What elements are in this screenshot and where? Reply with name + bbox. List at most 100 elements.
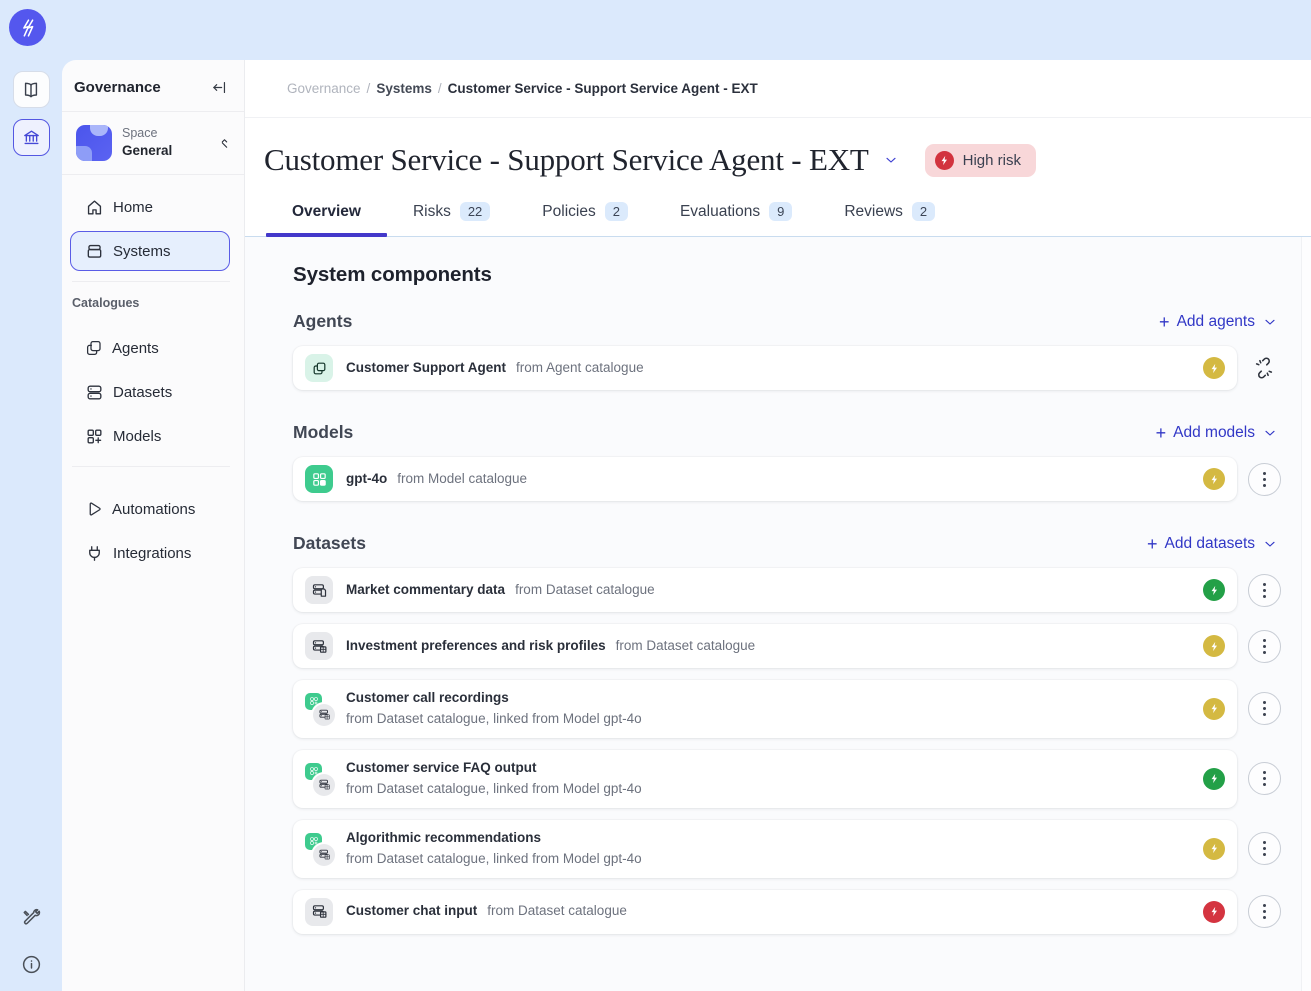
- component-card[interactable]: Market commentary data from Dataset cata…: [293, 568, 1237, 612]
- sidebar-item-agents[interactable]: Agents: [70, 328, 230, 368]
- row-menu-button[interactable]: [1248, 630, 1281, 663]
- breadcrumb-item[interactable]: Governance: [287, 81, 361, 96]
- sidebar-item-models[interactable]: Models: [70, 416, 230, 456]
- tab-count-badge: 9: [769, 202, 792, 221]
- tab-evaluations[interactable]: Evaluations9: [654, 196, 818, 236]
- sidebar-item-label: Integrations: [113, 545, 191, 562]
- info-icon[interactable]: [21, 954, 42, 975]
- section-title: Agents: [293, 311, 352, 332]
- item-source: from Model catalogue: [397, 469, 527, 490]
- dataset-grid-icon: [305, 898, 333, 926]
- chevron-updown-icon: [217, 136, 232, 151]
- tab-label: Risks: [413, 203, 451, 221]
- item-label: Investment preferences and risk profiles: [346, 636, 606, 657]
- tab-reviews[interactable]: Reviews2: [818, 196, 961, 236]
- add-button-label: Add agents: [1177, 313, 1255, 331]
- catalogues-label: Catalogues: [72, 296, 244, 310]
- breadcrumb-item[interactable]: Systems: [376, 81, 432, 96]
- add-models-button[interactable]: + Add models: [1156, 424, 1278, 442]
- status-warning-bolt-icon: [1203, 468, 1225, 490]
- dataset-doc-icon: [305, 576, 333, 604]
- divider: [72, 466, 230, 467]
- item-label: Algorithmic recommendations: [346, 828, 541, 849]
- sidebar: Governance Space General Home Systems Ca…: [62, 60, 245, 991]
- section-datasets: Datasets + Add datasets Market commentar…: [293, 533, 1281, 934]
- sidebar-item-label: Agents: [112, 340, 159, 357]
- item-source: from Dataset catalogue: [616, 636, 756, 657]
- dataset-linked-icon: [305, 835, 333, 863]
- top-bar: [0, 0, 1311, 60]
- tab-policies[interactable]: Policies2: [516, 196, 654, 236]
- item-label: Customer service FAQ output: [346, 758, 537, 779]
- sidebar-item-home[interactable]: Home: [70, 187, 230, 227]
- component-card[interactable]: gpt-4o from Model catalogue: [293, 457, 1237, 501]
- tab-risks[interactable]: Risks 22: [387, 196, 516, 236]
- tab-overview[interactable]: Overview: [266, 196, 387, 236]
- component-card[interactable]: Customer service FAQ output from Dataset…: [293, 750, 1237, 808]
- component-card[interactable]: Algorithmic recommendations from Dataset…: [293, 820, 1237, 878]
- component-card[interactable]: Investment preferences and risk profiles…: [293, 624, 1237, 668]
- governance-icon[interactable]: [13, 119, 50, 156]
- component-row: Investment preferences and risk profiles…: [293, 624, 1281, 668]
- scrollbar[interactable]: [1301, 237, 1311, 991]
- row-menu-button[interactable]: [1248, 574, 1281, 607]
- component-card[interactable]: Customer chat input from Dataset catalog…: [293, 890, 1237, 934]
- title-chevron-down-icon[interactable]: [883, 152, 899, 168]
- component-row: Customer service FAQ output from Dataset…: [293, 750, 1281, 808]
- sidebar-item-label: Datasets: [113, 384, 172, 401]
- dataset-linked-icon: [305, 765, 333, 793]
- add-button-label: Add models: [1173, 424, 1255, 442]
- dataset-linked-icon: [305, 695, 333, 723]
- home-icon: [85, 198, 104, 217]
- datasets-icon: [85, 383, 104, 402]
- add-agents-button[interactable]: + Add agents: [1159, 313, 1278, 331]
- item-source: from Dataset catalogue: [515, 580, 655, 601]
- space-label: Space: [122, 125, 217, 142]
- systems-icon: [85, 242, 104, 261]
- row-menu-button[interactable]: [1248, 692, 1281, 725]
- breadcrumb-separator: /: [438, 81, 442, 96]
- item-source: from Dataset catalogue: [487, 901, 627, 922]
- item-source: from Dataset catalogue, linked from Mode…: [346, 779, 642, 800]
- status-warning-bolt-icon: [1203, 635, 1225, 657]
- plus-icon: +: [1147, 535, 1158, 553]
- sidebar-tools: Automations Integrations: [62, 477, 244, 573]
- content-area: System components Agents + Add agents Cu…: [245, 237, 1311, 991]
- sidebar-item-automations[interactable]: Automations: [70, 489, 230, 529]
- tab-count-badge: 22: [460, 202, 490, 221]
- risk-badge: High risk: [925, 144, 1036, 177]
- row-menu-button[interactable]: [1248, 832, 1281, 865]
- plus-icon: +: [1159, 313, 1170, 331]
- status-warning-bolt-icon: [1203, 357, 1225, 379]
- row-menu-button[interactable]: [1248, 463, 1281, 496]
- space-selector[interactable]: Space General: [62, 112, 244, 175]
- sidebar-item-label: Models: [113, 428, 161, 445]
- sidebar-item-integrations[interactable]: Integrations: [70, 533, 230, 573]
- row-menu-button[interactable]: [1248, 895, 1281, 928]
- item-source: from Dataset catalogue, linked from Mode…: [346, 849, 642, 870]
- divider: [72, 281, 230, 282]
- library-icon[interactable]: [13, 71, 50, 108]
- agents-icon: [85, 339, 103, 357]
- main-panel: Governance/Systems/Customer Service - Su…: [245, 60, 1311, 991]
- section-models: Models + Add models gpt-4o from Model ca…: [293, 422, 1281, 501]
- sidebar-item-label: Automations: [112, 501, 195, 518]
- status-success-bolt-icon: [1203, 768, 1225, 790]
- sidebar-item-systems[interactable]: Systems: [70, 231, 230, 271]
- tab-bar: Overview Risks 22 Policies2Evaluations9Revi…: [245, 182, 1311, 237]
- icon-rail: [0, 60, 62, 991]
- tab-label: Overview: [292, 203, 361, 221]
- component-card[interactable]: Customer call recordings from Dataset ca…: [293, 680, 1237, 738]
- item-label: Market commentary data: [346, 580, 505, 601]
- row-menu-button[interactable]: [1248, 762, 1281, 795]
- component-card[interactable]: Customer Support Agent from Agent catalo…: [293, 346, 1237, 390]
- tab-count-badge: 2: [912, 202, 935, 221]
- status-success-bolt-icon: [1203, 579, 1225, 601]
- unlink-icon[interactable]: [1253, 357, 1275, 379]
- agent-icon: [305, 354, 333, 382]
- brand-logo-icon[interactable]: [9, 9, 46, 46]
- sidebar-item-datasets[interactable]: Datasets: [70, 372, 230, 412]
- collapse-sidebar-icon[interactable]: [211, 79, 228, 96]
- add-datasets-button[interactable]: + Add datasets: [1147, 535, 1278, 553]
- tools-icon[interactable]: [21, 907, 42, 928]
